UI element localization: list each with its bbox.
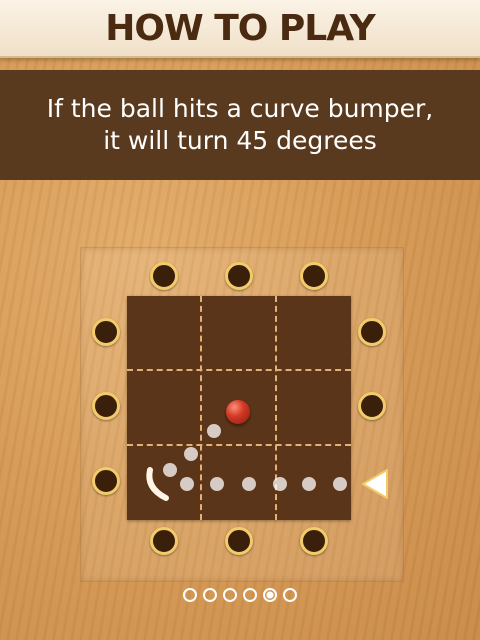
hole-top-1[interactable] (150, 262, 178, 290)
page-dot-2[interactable] (203, 588, 217, 602)
hole-left-3[interactable] (92, 467, 120, 495)
page-dot-3[interactable] (223, 588, 237, 602)
instruction-line-1: If the ball hits a curve bumper, (46, 94, 434, 123)
trajectory-dot (242, 477, 256, 491)
instruction-panel: If the ball hits a curve bumper, it will… (0, 70, 480, 180)
hole-left-2[interactable] (92, 392, 120, 420)
hole-top-3[interactable] (300, 262, 328, 290)
trajectory-dot (333, 477, 347, 491)
curve-bumper-icon[interactable] (140, 462, 180, 504)
instruction-line-2: it will turn 45 degrees (103, 126, 377, 155)
page-dot-5-active[interactable] (263, 588, 277, 602)
hole-top-2[interactable] (225, 262, 253, 290)
grid-line-horizontal (127, 369, 351, 371)
hole-right-1[interactable] (358, 318, 386, 346)
trajectory-dot (207, 424, 221, 438)
hole-bottom-3[interactable] (300, 527, 328, 555)
page-indicator (0, 584, 480, 606)
triangle-arrow-left-icon[interactable] (360, 467, 390, 501)
ball (226, 400, 250, 424)
page-dot-4[interactable] (243, 588, 257, 602)
title-bar: HOW TO PLAY (0, 0, 480, 58)
hole-left-1[interactable] (92, 318, 120, 346)
trajectory-dot (180, 477, 194, 491)
page-title: HOW TO PLAY (105, 7, 375, 49)
grid-line-vertical (200, 296, 202, 520)
trajectory-dot (184, 447, 198, 461)
hole-right-2[interactable] (358, 392, 386, 420)
hole-bottom-2[interactable] (225, 527, 253, 555)
page-dot-6[interactable] (283, 588, 297, 602)
grid-line-horizontal (127, 444, 351, 446)
page-dot-1[interactable] (183, 588, 197, 602)
trajectory-dot (302, 477, 316, 491)
hole-bottom-1[interactable] (150, 527, 178, 555)
trajectory-dot (210, 477, 224, 491)
trajectory-dot (273, 477, 287, 491)
